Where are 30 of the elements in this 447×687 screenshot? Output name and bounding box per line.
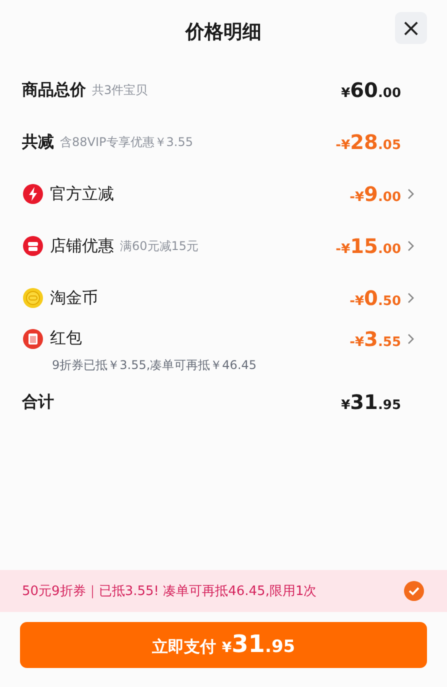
price-label: 红包 [50,328,82,349]
price-amount: -¥3.55 [350,326,401,350]
price-amount: -¥28.05 [336,130,401,154]
price-label: 淘金币 [50,288,98,308]
store-icon [22,235,44,257]
price-amount: ¥31.95 [341,390,401,414]
chevron-icon[interactable] [407,292,415,304]
close-button[interactable]: × [395,12,427,44]
price-amount: ¥60.00 [341,78,401,102]
price-amount: -¥9.00 [350,182,401,206]
price-label: 合计 [22,392,54,412]
chevron-icon[interactable] [407,332,415,344]
coupon-text: 50元9折券｜已抵3.55! 凑单可再抵46.45,限用1次 [22,583,317,600]
price-note: 共3件宝贝 [92,82,148,98]
price-label: 共减 [22,132,54,152]
price-label: 商品总价 [22,80,86,100]
envelope-icon [22,328,44,350]
price-label: 店铺优惠 [50,236,114,256]
sheet-title: 价格明细 [186,20,262,45]
price-amount: -¥15.00 [336,234,401,258]
chevron-icon[interactable] [407,240,415,252]
price-note: 满60元减15元 [120,238,199,254]
coin-icon [22,287,44,309]
price-note: 含88VIP专享优惠￥3.55 [60,134,193,150]
price-amount: -¥0.50 [350,286,401,310]
coupon-detail: 9折券已抵￥3.55,凑单可再抵￥46.45 [51,356,258,374]
check-icon[interactable] [403,580,425,602]
lightning-icon [22,183,44,205]
price-label: 官方立减 [50,184,114,204]
chevron-icon[interactable] [407,188,415,200]
